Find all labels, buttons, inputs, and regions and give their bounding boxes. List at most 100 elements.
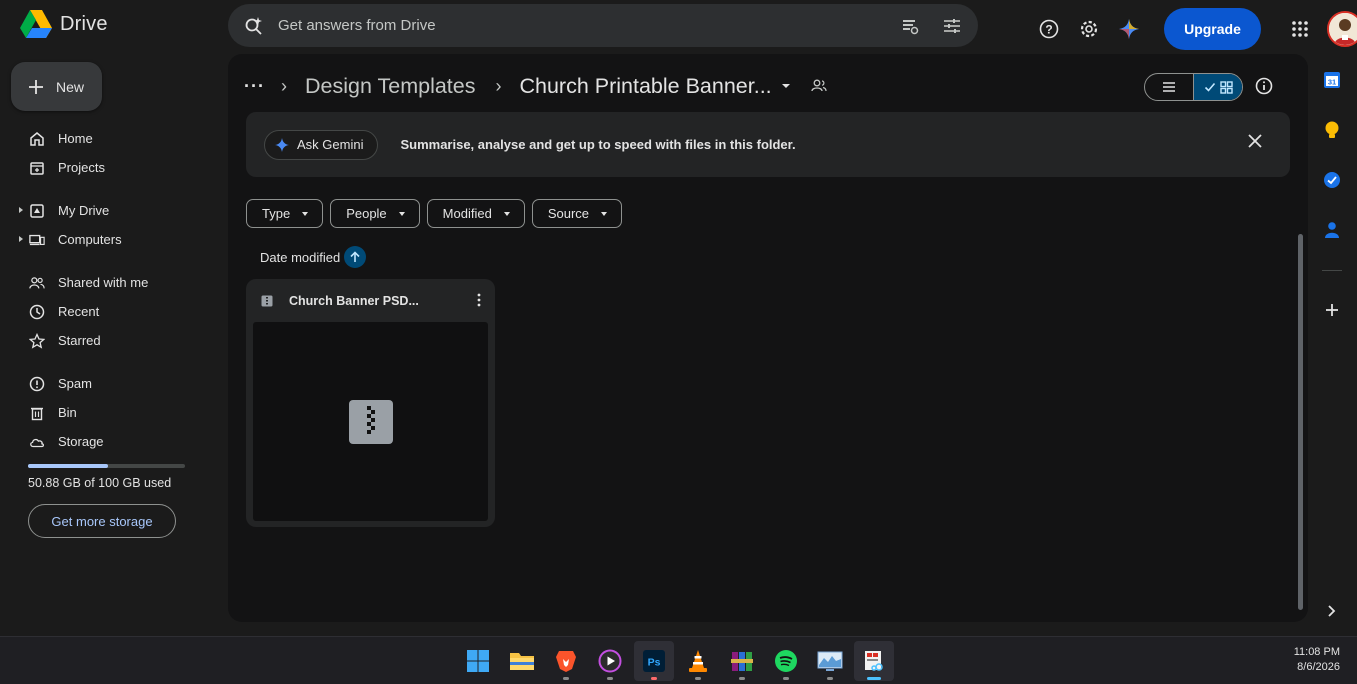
photoshop-icon: Ps xyxy=(643,650,665,672)
filter-label: Source xyxy=(547,206,590,221)
windows-start-button[interactable] xyxy=(458,641,498,681)
sidebar-item-bin[interactable]: Bin xyxy=(0,398,210,427)
tasks-app-button[interactable] xyxy=(1318,166,1346,194)
search-input[interactable]: Get answers from Drive xyxy=(278,17,900,34)
gemini-sparkle-icon xyxy=(1119,19,1139,39)
breadcrumb-more-icon[interactable]: ··· xyxy=(244,76,265,97)
photoshop-button[interactable]: Ps xyxy=(634,641,674,681)
sidebar-item-home[interactable]: Home xyxy=(0,124,210,153)
filter-people[interactable]: People xyxy=(330,199,420,228)
filter-label: People xyxy=(346,206,387,221)
settings-button[interactable] xyxy=(1076,16,1102,42)
file-card[interactable]: Church Banner PSD... xyxy=(246,279,495,527)
keep-app-button[interactable] xyxy=(1318,116,1346,144)
file-thumbnail[interactable] xyxy=(253,322,488,521)
show-side-panel-button[interactable] xyxy=(1318,597,1346,625)
sidebar-item-storage[interactable]: Storage xyxy=(0,427,210,456)
filter-type[interactable]: Type xyxy=(246,199,324,228)
sidebar-item-label: Recent xyxy=(58,304,100,319)
sidebar-item-label: Shared with me xyxy=(58,275,149,290)
sidebar-item-my-drive[interactable]: My Drive xyxy=(0,196,210,225)
account-avatar[interactable] xyxy=(1327,11,1357,47)
spotify-icon xyxy=(775,650,797,672)
snipping-tool-button[interactable] xyxy=(854,641,894,681)
running-indicator xyxy=(651,677,657,680)
filter-modified[interactable]: Modified xyxy=(426,199,525,228)
details-button[interactable] xyxy=(1254,76,1274,101)
filter-chips: Type People Modified Source xyxy=(246,199,623,228)
folder-menu-dropdown-icon[interactable] xyxy=(780,80,792,92)
gemini-button[interactable] xyxy=(1116,16,1142,42)
sort-label[interactable]: Date modified xyxy=(260,250,340,265)
ask-gemini-button[interactable]: Ask Gemini xyxy=(264,129,379,160)
new-button[interactable]: New xyxy=(11,62,102,111)
top-right-controls: ? Upgrade xyxy=(1036,8,1357,50)
sidebar-item-shared[interactable]: Shared with me xyxy=(0,268,210,297)
help-button[interactable]: ? xyxy=(1036,16,1062,42)
media-player-button[interactable] xyxy=(590,641,630,681)
windows-logo-icon xyxy=(467,650,489,672)
winrar-books-icon xyxy=(731,652,753,671)
breadcrumb-parent[interactable]: Design Templates xyxy=(305,74,476,99)
gemini-banner-message: Summarise, analyse and get up to speed w… xyxy=(400,137,796,152)
brave-lion-icon xyxy=(556,651,576,672)
drive-logo-icon xyxy=(20,10,52,38)
contacts-app-button[interactable] xyxy=(1318,216,1346,244)
storage-usage-fill xyxy=(28,464,108,468)
file-explorer-button[interactable] xyxy=(502,641,542,681)
spotify-button[interactable] xyxy=(766,641,806,681)
search-settings-icon[interactable] xyxy=(900,16,920,36)
get-addons-button[interactable] xyxy=(1318,296,1346,324)
sidebar-item-computers[interactable]: Computers xyxy=(0,225,210,254)
system-clock[interactable]: 11:08 PM 8/6/2026 xyxy=(1294,645,1340,675)
chevron-right-icon xyxy=(1328,605,1336,617)
calendar-app-button[interactable]: 31 xyxy=(1318,66,1346,94)
shared-icon xyxy=(29,276,45,288)
main-content: ··· › Design Templates › Church Printabl… xyxy=(228,54,1308,622)
vlc-button[interactable] xyxy=(678,641,718,681)
storage-usage-bar xyxy=(28,464,185,468)
shared-folder-icon[interactable] xyxy=(810,78,828,94)
upgrade-button[interactable]: Upgrade xyxy=(1164,8,1261,50)
svg-text:Ps: Ps xyxy=(648,657,661,669)
clock-time: 11:08 PM xyxy=(1293,646,1340,658)
breadcrumb-current[interactable]: Church Printable Banner... xyxy=(519,74,771,99)
sidebar-item-label: Starred xyxy=(58,333,101,348)
sort-direction-button[interactable] xyxy=(344,246,367,268)
google-apps-button[interactable] xyxy=(1287,16,1313,42)
new-button-label: New xyxy=(56,78,85,95)
app-name: Drive xyxy=(60,12,108,35)
sidebar-item-label: Storage xyxy=(58,434,104,449)
grid-view-button[interactable] xyxy=(1193,74,1242,100)
winrar-button[interactable] xyxy=(722,641,762,681)
close-banner-button[interactable] xyxy=(1248,134,1262,153)
sidebar-item-recent[interactable]: Recent xyxy=(0,297,210,326)
apps-grid-icon xyxy=(1292,21,1308,37)
breadcrumb: ··· › Design Templates › Church Printabl… xyxy=(244,72,828,100)
drive-logo[interactable]: Drive xyxy=(20,10,108,38)
sidebar-item-starred[interactable]: Starred xyxy=(0,326,210,355)
list-view-button[interactable] xyxy=(1145,74,1193,100)
search-bar[interactable]: Get answers from Drive xyxy=(228,4,978,47)
sidebar-item-projects[interactable]: Projects xyxy=(0,153,210,182)
tasks-check-icon xyxy=(1324,172,1340,188)
filter-source[interactable]: Source xyxy=(531,199,623,228)
gemini-banner: Ask Gemini Summarise, analyse and get up… xyxy=(246,112,1290,177)
file-more-actions-button[interactable] xyxy=(477,293,481,312)
recent-icon xyxy=(29,304,45,319)
filter-sliders-icon[interactable] xyxy=(942,16,962,36)
os-taskbar: Ps 11:08 PM 8/6/2026 xyxy=(0,636,1357,684)
more-vert-icon xyxy=(477,293,481,307)
monitor-graph-icon xyxy=(817,651,843,671)
sidebar-item-spam[interactable]: Spam xyxy=(0,369,210,398)
active-indicator xyxy=(867,677,881,680)
brave-browser-button[interactable] xyxy=(546,641,586,681)
main-scrollbar[interactable] xyxy=(1298,234,1303,610)
get-more-storage-button[interactable]: Get more storage xyxy=(28,504,176,538)
expand-caret-icon[interactable] xyxy=(19,207,23,213)
expand-caret-icon[interactable] xyxy=(19,236,23,242)
chevron-down-icon xyxy=(398,211,405,216)
chevron-down-icon xyxy=(503,211,510,216)
resource-monitor-button[interactable] xyxy=(810,641,850,681)
my-drive-icon xyxy=(30,203,44,218)
